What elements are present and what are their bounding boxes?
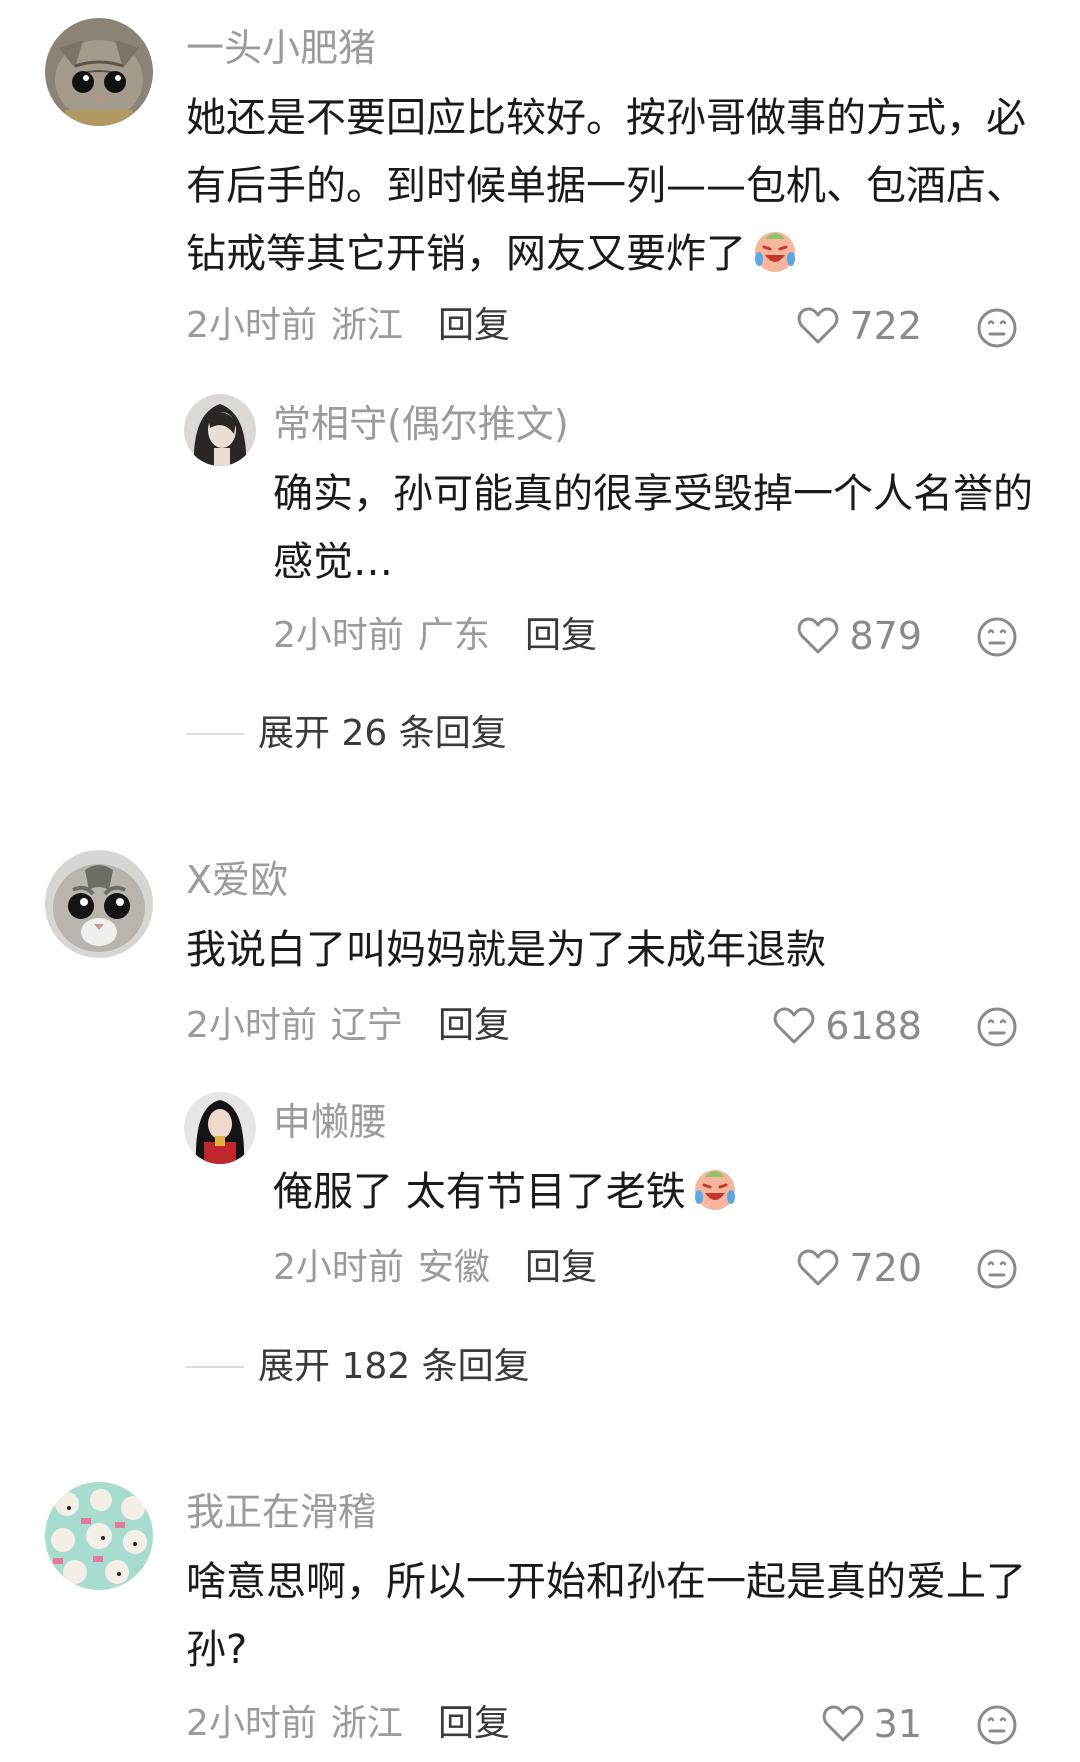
like-count: 31 — [873, 1702, 922, 1746]
crying-laughing-face-icon — [750, 225, 800, 296]
like-count: 6188 — [825, 1004, 922, 1048]
neutral-face-icon[interactable] — [976, 1704, 1018, 1746]
timestamp: 2小时前 — [186, 1005, 317, 1046]
reply-body: 俺服了 太有节目了老铁 — [273, 1169, 686, 1215]
comment-meta: 2小时前 辽宁 — [186, 1002, 431, 1050]
username[interactable]: 常相守(偶尔推文) — [273, 400, 569, 448]
comment-feed: 一头小肥猪 她还是不要回应比较好。按孙哥做事的方式，必有后手的。到时候单据一列—… — [0, 0, 1080, 1762]
avatar[interactable] — [184, 394, 256, 466]
timestamp: 2小时前 — [273, 615, 404, 656]
location: 浙江 — [330, 305, 403, 346]
neutral-face-icon[interactable] — [976, 307, 1018, 349]
avatar[interactable] — [45, 18, 153, 126]
avatar[interactable] — [184, 1092, 256, 1164]
like-button[interactable]: 722 — [740, 302, 922, 350]
expand-replies-button[interactable]: 展开 26 条回复 — [186, 710, 507, 758]
avatar[interactable] — [45, 1482, 153, 1590]
reply-button[interactable]: 回复 — [438, 1002, 510, 1050]
expand-replies-button[interactable]: 展开 182 条回复 — [186, 1343, 530, 1391]
location: 浙江 — [330, 1703, 403, 1744]
reply-text: 确实，孙可能真的很享受毁掉一个人名誉的感觉… — [273, 471, 1033, 585]
username[interactable]: X爱欧 — [186, 856, 288, 904]
neutral-face-icon[interactable] — [976, 616, 1018, 658]
username[interactable]: 一头小肥猪 — [186, 24, 376, 72]
comment-text: 她还是不要回应比较好。按孙哥做事的方式，必有后手的。到时候单据一列——包机、包酒… — [186, 84, 1046, 296]
like-button[interactable]: 720 — [740, 1244, 922, 1292]
neutral-face-icon[interactable] — [976, 1248, 1018, 1290]
heart-icon — [773, 1007, 815, 1044]
like-count: 722 — [849, 304, 922, 348]
like-count: 720 — [849, 1246, 922, 1290]
like-button[interactable]: 6188 — [740, 1002, 922, 1050]
comment-meta: 2小时前 浙江 — [186, 1700, 431, 1748]
divider — [186, 733, 244, 735]
username[interactable]: 我正在滑稽 — [186, 1488, 376, 1536]
reply-button[interactable]: 回复 — [525, 612, 597, 660]
like-count: 879 — [849, 614, 922, 658]
location: 辽宁 — [330, 1005, 403, 1046]
divider — [186, 1366, 244, 1368]
reply-text: 俺服了 太有节目了老铁 — [273, 1158, 1046, 1234]
heart-icon — [798, 1249, 839, 1286]
crying-laughing-face-icon — [690, 1163, 740, 1234]
avatar[interactable] — [45, 850, 153, 958]
reply-meta: 2小时前 安徽 — [273, 1244, 518, 1292]
like-button[interactable]: 879 — [740, 612, 922, 660]
reply-button[interactable]: 回复 — [525, 1244, 597, 1292]
reply-button[interactable]: 回复 — [438, 1700, 510, 1748]
heart-icon — [822, 1705, 863, 1742]
expand-replies-label: 展开 26 条回复 — [258, 713, 507, 754]
neutral-face-icon[interactable] — [976, 1006, 1018, 1048]
comment-body: 她还是不要回应比较好。按孙哥做事的方式，必有后手的。到时候单据一列——包机、包酒… — [186, 95, 1026, 277]
expand-replies-label: 展开 182 条回复 — [258, 1346, 530, 1387]
like-button[interactable]: 31 — [740, 1700, 922, 1748]
timestamp: 2小时前 — [273, 1247, 404, 1288]
heart-icon — [798, 307, 839, 344]
location: 广东 — [417, 615, 490, 656]
comment-text: 我说白了叫妈妈就是为了未成年退款 — [186, 927, 826, 973]
timestamp: 2小时前 — [186, 305, 317, 346]
reply-button[interactable]: 回复 — [438, 302, 510, 350]
reply-meta: 2小时前 广东 — [273, 612, 518, 660]
location: 安徽 — [417, 1247, 490, 1288]
comment-text: 啥意思啊，所以一开始和孙在一起是真的爱上了孙? — [186, 1559, 1026, 1673]
comment-meta: 2小时前 浙江 — [186, 302, 431, 350]
timestamp: 2小时前 — [186, 1703, 317, 1744]
heart-icon — [798, 617, 839, 654]
username[interactable]: 申懒腰 — [273, 1098, 387, 1146]
